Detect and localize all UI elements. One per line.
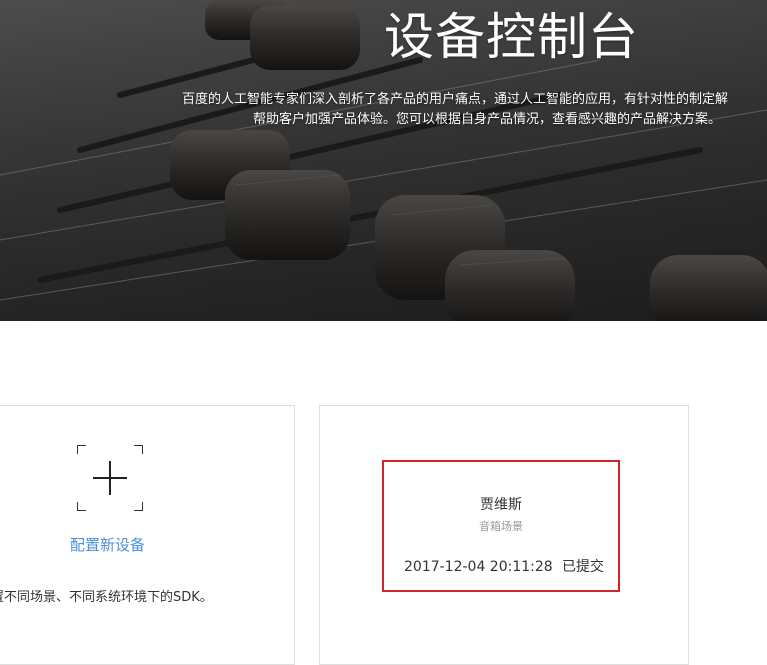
device-scene: 音箱场景 [479,520,523,533]
hero-description-line1: 百度的人工智能专家们深入剖析了各产品的用户痛点，通过人工智能的应用，有针对性的制… [182,92,729,107]
device-timestamp: 2017-12-04 20:11:28 [404,559,553,575]
device-status-text: 已提交 [562,559,604,575]
hero-description-line2: 帮助客户加强产品体验。您可以根据自身产品情况，查看感兴趣的产品解决方案。 [253,112,722,127]
page-title: 设备控制台 [384,8,639,66]
device-card: 贾维斯 音箱场景 2017-12-04 20:11:28 已提交 [319,405,689,665]
add-device-card[interactable]: 配置新设备 置不同场景、不同系统环境下的SDK。 [0,405,295,665]
add-device-description: 置不同场景、不同系统环境下的SDK。 [0,590,213,605]
device-name: 贾维斯 [480,497,522,513]
configure-new-device-link[interactable]: 配置新设备 [70,534,145,556]
device-entry[interactable]: 贾维斯 音箱场景 2017-12-04 20:11:28 已提交 [382,460,620,592]
hero-banner: 设备控制台 百度的人工智能专家们深入剖析了各产品的用户痛点，通过人工智能的应用，… [0,0,767,321]
add-plus-icon[interactable] [77,445,143,511]
